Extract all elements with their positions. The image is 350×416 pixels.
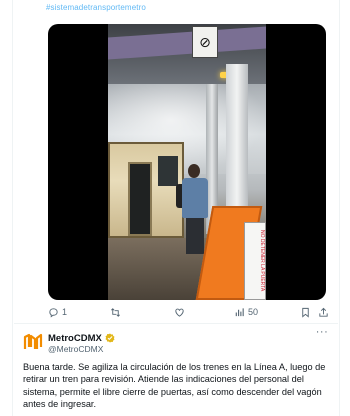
train-door [128,162,152,236]
reply-count: 1 [62,307,68,317]
views-button[interactable]: 50 [234,305,258,319]
share-icon [319,307,328,317]
previous-tweet-hashtag[interactable]: #sistemadetransportemetro [46,3,336,17]
retweet-button[interactable] [110,305,124,319]
bookmark-button[interactable] [300,305,311,319]
more-options-button[interactable]: ··· [314,327,330,340]
train-window [158,156,178,186]
account-handle[interactable]: @MetroCDMX [48,344,103,354]
video-frame: ⊘ NO DETENER LA PUERTA [108,24,266,300]
account-name-row[interactable]: MetroCDMX [48,332,115,344]
tweet-action-bar: 1 50 [46,305,328,319]
like-button[interactable] [174,305,188,319]
hashtag-text[interactable]: #sistemadetransportemetro [46,3,146,12]
share-button[interactable] [318,305,329,319]
retweet-icon [111,307,120,317]
metro-logo-avatar[interactable] [23,332,43,352]
tweet-text: Buena tarde. Se agiliza la circulación d… [23,362,326,410]
reply-button[interactable]: 1 [48,305,67,319]
tweet-page: #sistemadetransportemetro ⊘ NO DETENER L… [0,0,350,416]
reply-icon [49,307,58,318]
tweet-video[interactable]: ⊘ NO DETENER LA PUERTA [48,24,326,300]
like-icon [175,308,184,317]
views-icon [235,307,244,316]
no-smoking-sign-icon: ⊘ [192,26,218,58]
tweet-divider [14,323,338,324]
gate-panel-text: NO DETENER LA PUERTA [244,222,266,300]
verified-badge-icon [105,333,115,343]
passenger-figure [176,164,208,254]
account-name[interactable]: MetroCDMX [48,333,102,344]
views-count: 50 [248,307,259,317]
tweet-card: MetroCDMX @MetroCDMX ··· Buena tarde. Se… [14,323,338,416]
bookmark-icon [302,307,309,318]
metro-train-car [108,142,184,238]
